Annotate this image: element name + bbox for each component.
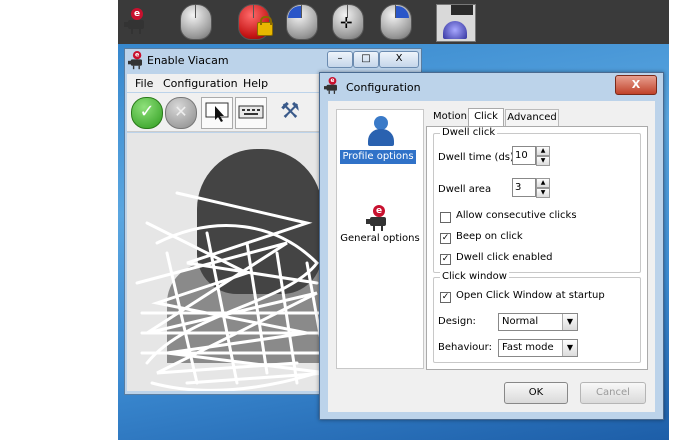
config-app-icon: e xyxy=(324,77,341,94)
dwell-area-label: Dwell area xyxy=(438,184,492,195)
click-window-button[interactable] xyxy=(201,97,233,129)
user-profile-icon xyxy=(368,116,394,146)
disable-tracking-button[interactable]: ✕ xyxy=(165,97,197,129)
menu-file[interactable]: File xyxy=(135,77,153,90)
cancel-button[interactable]: Cancel xyxy=(580,382,646,404)
left-click-mouse-icon[interactable] xyxy=(180,4,212,40)
config-close-button[interactable]: X xyxy=(615,75,657,95)
ok-button[interactable]: OK xyxy=(504,382,568,404)
dwell-area-value[interactable]: 3 xyxy=(512,178,536,197)
tab-motion[interactable]: Motion xyxy=(432,109,468,125)
config-title: Configuration xyxy=(346,81,421,94)
chevron-down-icon: ▼ xyxy=(562,340,577,356)
design-value: Normal xyxy=(502,316,539,327)
design-label: Design: xyxy=(438,316,476,327)
desktop: e ✛ e Enable Viacam – □ X File Configura… xyxy=(118,0,669,440)
click-window-group-label: Click window xyxy=(440,271,509,282)
profile-options-label: Profile options xyxy=(340,150,416,164)
dwell-time-label: Dwell time (ds) xyxy=(438,152,514,163)
double-click-mouse-icon[interactable] xyxy=(286,4,318,40)
minimize-button[interactable]: – xyxy=(327,51,353,68)
tab-advanced[interactable]: Advanced xyxy=(505,109,559,126)
dwell-click-enabled-checkbox[interactable]: ✓ xyxy=(440,254,451,265)
viacam-titlebar[interactable]: e Enable Viacam – □ X xyxy=(125,49,421,73)
behaviour-select[interactable]: Fast mode ▼ xyxy=(498,339,578,357)
dwell-click-group: Dwell click Dwell time (ds) 10 ▲ ▼ Dwell… xyxy=(433,127,641,273)
spin-down-icon[interactable]: ▼ xyxy=(536,156,550,166)
dwell-time-value[interactable]: 10 xyxy=(512,146,536,165)
viacam-close-button[interactable]: X xyxy=(379,51,419,68)
dwell-click-group-label: Dwell click xyxy=(440,127,498,138)
options-sidebar: Profile options e General options xyxy=(336,109,424,369)
spin-down-icon[interactable]: ▼ xyxy=(536,188,550,198)
menu-configuration[interactable]: Configuration xyxy=(163,77,238,90)
design-select[interactable]: Normal ▼ xyxy=(498,313,578,331)
click-window-group: Click window ✓ Open Click Window at star… xyxy=(433,271,641,363)
click-window-bar: e ✛ xyxy=(118,0,669,44)
general-options-icon: e xyxy=(366,205,392,231)
spin-up-icon[interactable]: ▲ xyxy=(536,146,550,156)
enable-viacam-icon[interactable]: e xyxy=(124,8,150,34)
beep-on-click-checkbox[interactable]: ✓ xyxy=(440,233,451,244)
configuration-dialog: e Configuration X Profile options e Gene… xyxy=(319,72,664,420)
dwell-click-enabled-label: Dwell click enabled xyxy=(456,252,553,263)
viacam-app-icon: e xyxy=(128,51,146,70)
general-options-label: General options xyxy=(340,233,420,244)
right-click-mouse-icon[interactable] xyxy=(380,4,412,40)
click-tab-panel: Dwell click Dwell time (ds) 10 ▲ ▼ Dwell… xyxy=(426,126,648,370)
spin-up-icon[interactable]: ▲ xyxy=(536,178,550,188)
viacam-title: Enable Viacam xyxy=(147,54,229,67)
beep-on-click-label: Beep on click xyxy=(456,231,523,242)
behaviour-value: Fast mode xyxy=(502,342,554,353)
tools-icon[interactable]: ⚒ xyxy=(275,97,305,127)
tab-click[interactable]: Click xyxy=(468,108,504,127)
move-icon: ✛ xyxy=(340,14,353,32)
config-panel: Profile options e General options Motion… xyxy=(328,101,655,412)
keyboard-button[interactable] xyxy=(235,97,267,129)
open-at-startup-label: Open Click Window at startup xyxy=(456,290,605,301)
chevron-down-icon: ▼ xyxy=(562,314,577,330)
menu-help[interactable]: Help xyxy=(243,77,268,90)
behaviour-label: Behaviour: xyxy=(438,342,492,353)
snap-mode-icon[interactable] xyxy=(436,4,476,42)
click-window-icon xyxy=(205,102,229,122)
dwell-area-spinner[interactable]: 3 ▲ ▼ xyxy=(512,178,550,198)
lock-icon xyxy=(257,16,273,36)
maximize-button[interactable]: □ xyxy=(353,51,379,68)
keyboard-icon xyxy=(238,105,264,119)
open-at-startup-checkbox[interactable]: ✓ xyxy=(440,292,451,303)
allow-consecutive-checkbox[interactable] xyxy=(440,212,451,223)
enable-tracking-button[interactable]: ✓ xyxy=(131,97,163,129)
allow-consecutive-label: Allow consecutive clicks xyxy=(456,210,577,221)
dwell-time-spinner[interactable]: 10 ▲ ▼ xyxy=(512,146,550,166)
